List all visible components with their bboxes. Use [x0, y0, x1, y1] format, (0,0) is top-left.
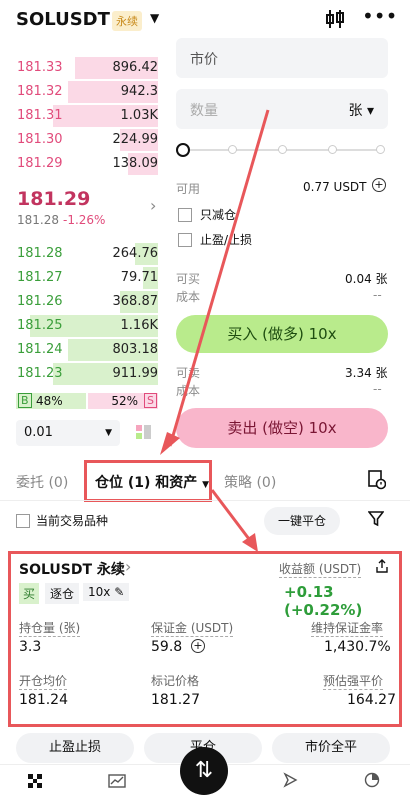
mark-price-label: 标记价格 [151, 674, 200, 688]
assets-icon[interactable] [364, 772, 380, 792]
position-card: SOLUSDT 永续 › 收益额 (USDT) 买 逐仓 10x ✎ +0.13… [8, 551, 402, 727]
pnl-label: 收益额 (USDT) [279, 562, 362, 578]
side-badge: 买 [19, 583, 40, 604]
qty-label: 持仓量 (张) [19, 621, 81, 637]
entry-price-label: 开仓均价 [19, 674, 68, 690]
add-margin-icon[interactable]: + [191, 639, 205, 653]
maint-margin-value: 1,430.7% [324, 639, 391, 655]
home-icon[interactable] [28, 773, 42, 788]
leverage-badge[interactable]: 10x ✎ [83, 583, 130, 601]
share-icon[interactable] [375, 558, 389, 577]
maint-margin-label: 维持保证金率 [311, 621, 384, 637]
market-close-all-button[interactable]: 市价全平 [272, 733, 390, 763]
edit-icon: ✎ [114, 585, 125, 599]
entry-price-value: 181.24 [19, 692, 68, 708]
margin-value: 59.8 [151, 639, 183, 655]
margin-mode-badge: 逐仓 [45, 583, 80, 604]
mark-price-value: 181.27 [151, 692, 200, 708]
discover-icon[interactable] [282, 772, 298, 792]
trade-swap-icon[interactable]: ⇅ [180, 747, 228, 795]
chevron-right-icon: › [125, 557, 132, 576]
pnl-value: +0.13 (+0.22%) [284, 583, 363, 619]
margin-label: 保证金 (USDT) [151, 621, 234, 637]
liq-price-label: 预估强平价 [323, 674, 384, 690]
tp-sl-button[interactable]: 止盈止损 [16, 733, 134, 763]
qty-value: 3.3 [19, 639, 42, 655]
markets-icon[interactable] [108, 773, 126, 792]
leverage-value: 10x [88, 585, 111, 599]
position-symbol[interactable]: SOLUSDT 永续 [19, 559, 125, 579]
liq-price-value: 164.27 [347, 692, 396, 708]
